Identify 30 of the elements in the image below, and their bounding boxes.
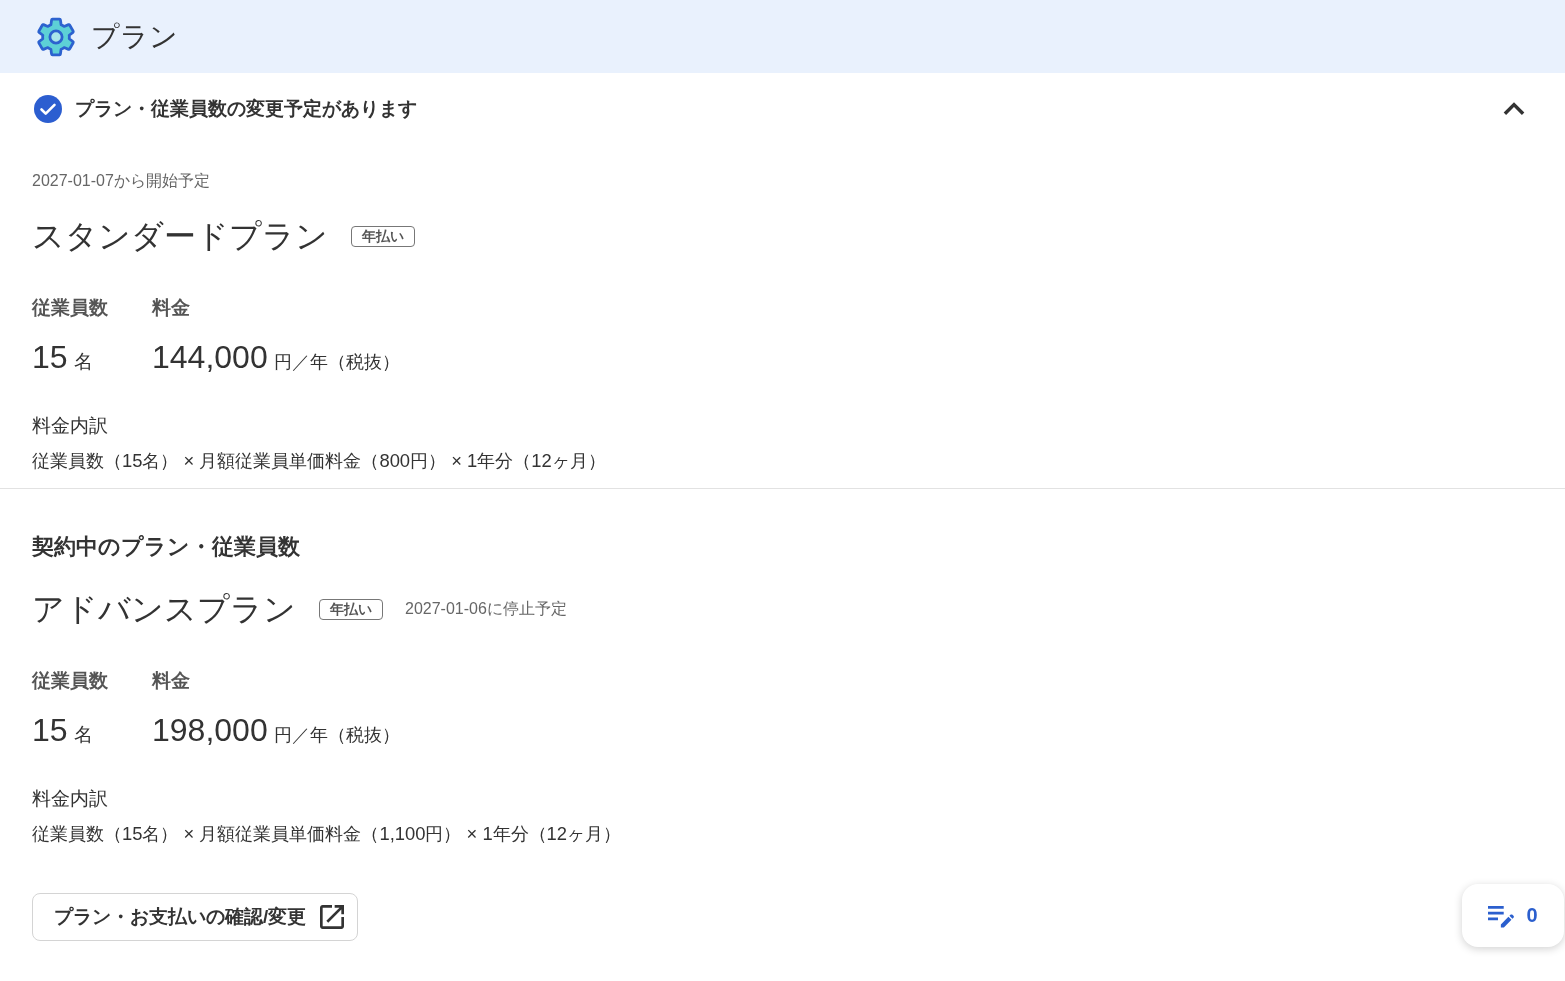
unit-label: 名 [73, 724, 93, 745]
billing-tag: 年払い [319, 598, 383, 620]
unit-label: 円／年（税抜） [273, 352, 400, 372]
manage-plan-button[interactable]: プラン・お支払いの確認/変更 [32, 893, 359, 941]
breakdown-text: 従業員数（15名） × 月額従業員単価料金（800円） × 1年分（12ヶ月） [32, 449, 606, 473]
check-circle-icon [34, 95, 62, 123]
notice-title: プラン・従業員数の変更予定があります [75, 97, 417, 121]
column-label: 料金 [152, 670, 190, 691]
price-value: 144,000 [152, 339, 268, 375]
start-date-note: 2027-01-07から開始予定 [32, 171, 210, 191]
employee-count: 15 [32, 339, 68, 375]
section-heading: 契約中のプラン・従業員数 [32, 534, 300, 561]
unit-label: 名 [73, 351, 93, 372]
breakdown-label: 料金内訳 [32, 414, 108, 438]
page-title: プラン [91, 19, 178, 54]
column-label: 料金 [152, 297, 190, 318]
plan-name: アドバンスプラン [32, 590, 296, 629]
breakdown-text: 従業員数（15名） × 月額従業員単価料金（1,100円） × 1年分（12ヶ月） [32, 822, 622, 846]
price-value: 198,000 [152, 712, 268, 748]
plan-name: スタンダードプラン [32, 217, 328, 256]
stop-date-note: 2027-01-06に停止予定 [405, 599, 567, 619]
unit-label: 円／年（税抜） [273, 725, 400, 745]
gear-icon [36, 16, 76, 57]
breakdown-label: 料金内訳 [32, 787, 108, 811]
memo-button[interactable]: 0 [1462, 884, 1564, 947]
column-label: 従業員数 [32, 297, 108, 318]
external-link-icon [320, 905, 345, 929]
column-label: 従業員数 [32, 670, 108, 691]
employee-count: 15 [32, 712, 68, 748]
billing-tag: 年払い [351, 225, 415, 247]
